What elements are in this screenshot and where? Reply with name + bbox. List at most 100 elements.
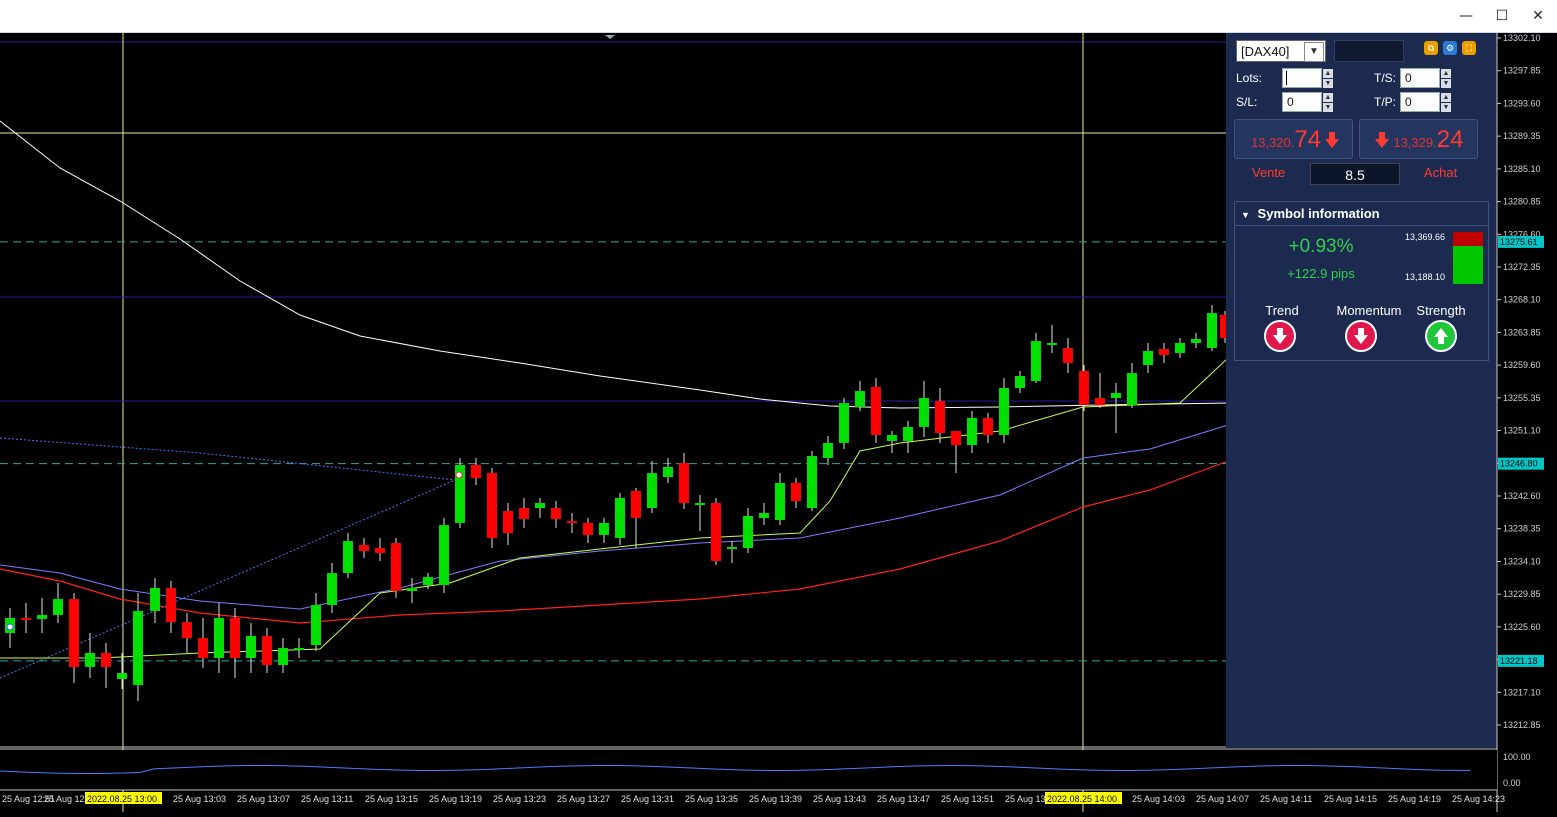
bull-candle	[615, 498, 625, 538]
chevron-down-icon[interactable]: ▼	[1241, 210, 1250, 220]
sub-window: 100.00 0.00	[0, 750, 1531, 791]
bear-candle	[471, 465, 481, 478]
tp-stepper[interactable]: ▲ ▼	[1441, 93, 1451, 113]
bull-candle	[743, 516, 753, 548]
price-tick-label: 13259.60	[1503, 360, 1541, 370]
time-tick-label: 2022.08.25 13:00	[87, 794, 157, 804]
window-titlebar: — ☐ ✕	[0, 0, 1557, 33]
time-tick-label: 25 Aug 14:23	[1452, 794, 1505, 804]
bear-candle	[69, 599, 79, 667]
buy-label[interactable]: Achat	[1424, 165, 1457, 180]
trend-line	[0, 479, 456, 679]
sl-label: S/L:	[1236, 95, 1258, 109]
bull-candle	[294, 648, 304, 650]
tp-input[interactable]: 0 ▲ ▼	[1400, 92, 1451, 112]
time-tick-label: 25 Aug 12	[44, 794, 85, 804]
bull-candle	[967, 418, 977, 445]
price-tick-label: 13229.85	[1503, 589, 1541, 599]
expand-icon[interactable]: ⛶	[1462, 41, 1476, 55]
price-tick-label: 13217.10	[1503, 687, 1541, 697]
bear-candle	[711, 503, 721, 561]
bull-candle	[839, 403, 849, 443]
sell-price-small: 13,320.	[1251, 135, 1295, 150]
bull-candle	[855, 391, 865, 407]
gear-icon[interactable]: ⚙	[1443, 41, 1457, 55]
time-tick-label: 25 Aug 13:03	[173, 794, 226, 804]
bear-candle	[230, 618, 240, 658]
bull-candle	[1111, 393, 1121, 398]
bull-candle	[53, 599, 63, 615]
ts-input[interactable]: 0 ▲ ▼	[1400, 68, 1451, 88]
bull-candle	[1015, 376, 1025, 388]
range-bar-low	[1453, 246, 1483, 284]
symbol-info-section: ▼ Symbol information +0.93% +122.9 pips …	[1234, 201, 1489, 361]
symbol-info-header[interactable]: ▼ Symbol information	[1235, 202, 1488, 226]
bear-candle	[631, 491, 641, 518]
bear-candle	[375, 548, 385, 553]
bear-candle	[519, 508, 529, 519]
range-high: 13,369.66	[1405, 232, 1446, 242]
time-tick-label: 25 Aug 14:15	[1324, 794, 1377, 804]
bull-candle	[535, 503, 545, 508]
price-marker-label: 13275.61	[1500, 237, 1538, 247]
bull-candle	[1047, 343, 1057, 345]
lots-input[interactable]: ▲ ▼	[1282, 68, 1333, 88]
bear-candle	[871, 387, 881, 435]
arrow-down-icon	[1325, 132, 1340, 148]
ema-mid-line	[0, 424, 1229, 610]
symbol-select[interactable]: [DAX40] ▼	[1236, 40, 1326, 62]
shift-marker	[605, 35, 615, 39]
bear-candle	[935, 401, 945, 433]
price-axis: 13302.10 13297.85 13293.60 13289.35 13285.10…	[1496, 33, 1557, 812]
copy-icon[interactable]: ⧉	[1424, 41, 1438, 55]
lots-stepper[interactable]: ▲ ▼	[1323, 69, 1333, 89]
indicator-lines	[0, 120, 1229, 679]
bull-candle	[1207, 313, 1217, 348]
time-tick-label: 25 Aug 13:31	[621, 794, 674, 804]
sl-input[interactable]: 0 ▲ ▼	[1282, 92, 1333, 112]
sell-label[interactable]: Vente	[1252, 165, 1285, 180]
close-button[interactable]: ✕	[1520, 0, 1556, 32]
change-percent: +0.93%	[1288, 236, 1354, 257]
bull-candle	[823, 443, 833, 458]
strength-label: Strength	[1416, 303, 1466, 318]
time-axis: 25 Aug 12:5125 Aug 12 2022.08.25 13:00 25 …	[2, 792, 1505, 804]
time-tick-label: 25 Aug 13:35	[685, 794, 738, 804]
bull-candle	[37, 615, 47, 619]
bull-candle	[343, 541, 353, 573]
time-tick-label: 25 Aug 13:15	[365, 794, 418, 804]
time-tick-label: 25 Aug 14:19	[1388, 794, 1441, 804]
signal-marker	[6, 623, 14, 631]
bull-candle	[1191, 339, 1201, 343]
price-tick-label: 13280.85	[1503, 197, 1541, 207]
bull-candle	[327, 573, 337, 605]
bear-candle	[262, 636, 272, 665]
bull-candle	[775, 483, 785, 520]
time-tick-label: 25 Aug 14:07	[1196, 794, 1249, 804]
buy-button[interactable]: 13,329.24	[1359, 119, 1478, 159]
bear-candle	[583, 523, 593, 535]
sl-value: 0	[1287, 95, 1294, 109]
symbol-search-field[interactable]	[1334, 40, 1404, 62]
bear-candle	[1159, 349, 1169, 355]
arrow-down-icon	[1375, 132, 1389, 148]
price-tick-label: 13225.60	[1503, 622, 1541, 632]
sell-button[interactable]: 13,320.74	[1234, 119, 1353, 159]
price-tick-label: 13285.10	[1503, 164, 1541, 174]
time-tick-label: 25 Aug 13:07	[237, 794, 290, 804]
price-tick-label: 13251.10	[1503, 426, 1541, 436]
bull-candle	[887, 435, 897, 441]
time-tick-label: 25 Aug 13:43	[813, 794, 866, 804]
bear-candle	[503, 511, 513, 533]
sl-stepper[interactable]: ▲ ▼	[1323, 93, 1333, 113]
chevron-down-icon[interactable]: ▼	[1304, 42, 1324, 62]
bear-candle	[551, 508, 561, 519]
sub-axis-label: 0.00	[1503, 778, 1521, 788]
bear-candle	[1079, 371, 1089, 405]
price-tick-label: 13293.60	[1503, 98, 1541, 108]
maximize-button[interactable]: ☐	[1484, 0, 1520, 32]
buy-price-big: 24	[1436, 126, 1464, 153]
time-tick-label: 25 Aug 13:27	[557, 794, 610, 804]
ts-stepper[interactable]: ▲ ▼	[1441, 69, 1451, 89]
minimize-button[interactable]: —	[1448, 0, 1484, 32]
